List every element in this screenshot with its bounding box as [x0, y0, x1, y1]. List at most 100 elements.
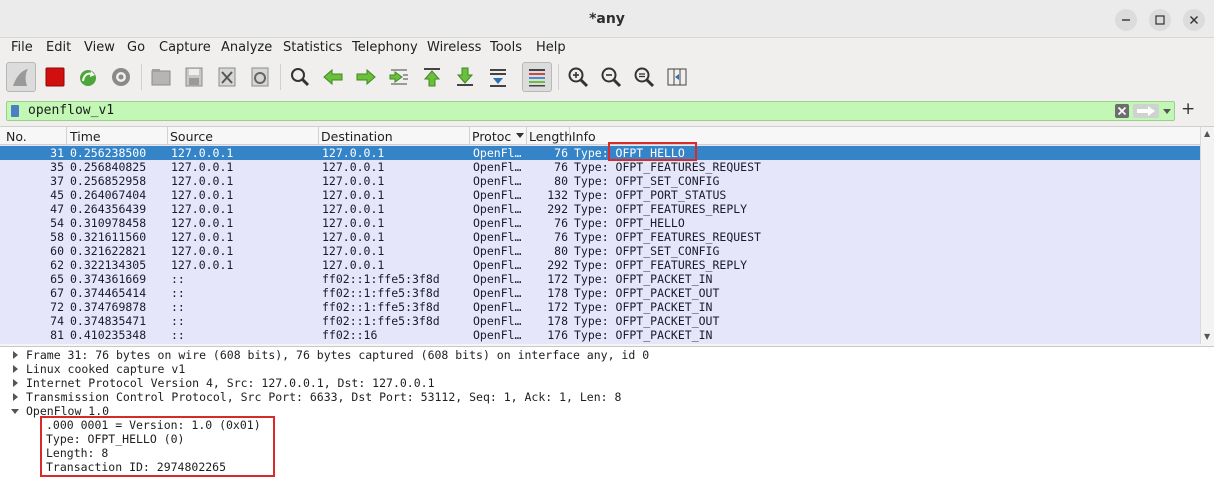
cell-len: 292 — [547, 202, 568, 216]
autoscroll-button[interactable] — [483, 62, 513, 92]
open-file-button[interactable] — [146, 62, 176, 92]
reload-file-button[interactable] — [245, 62, 275, 92]
resize-columns-button[interactable] — [662, 62, 692, 92]
close-window-button[interactable] — [1183, 9, 1205, 31]
column-length[interactable]: Length — [529, 129, 572, 144]
detail-tree-item[interactable]: OpenFlow 1.0 — [0, 404, 1214, 418]
scroll-up-icon[interactable]: ▲ — [1204, 129, 1210, 138]
table-row[interactable]: 58 0.321611560 127.0.0.1 127.0.0.1 OpenFl… 76… — [0, 230, 1200, 244]
collapsed-arrow-icon[interactable] — [10, 362, 20, 376]
cell-proto: OpenFl… — [473, 314, 522, 328]
menu-tools[interactable]: Tools — [490, 40, 522, 55]
display-filter-input[interactable]: openflow_v1 — [6, 101, 1175, 121]
normal-size-button[interactable] — [629, 62, 659, 92]
go-back-button[interactable] — [318, 62, 348, 92]
menu-go[interactable]: Go — [127, 40, 145, 55]
stop-capture-button[interactable] — [40, 62, 70, 92]
bookmark-icon[interactable] — [11, 105, 19, 117]
table-row[interactable]: 74 0.374835471:: ff02::1:ffe5:3f8d OpenFl… 1… — [0, 314, 1200, 328]
close-file-icon — [218, 67, 236, 87]
go-last-button[interactable] — [450, 62, 480, 92]
detail-tree-item[interactable]: Internet Protocol Version 4, Src: 127.0.… — [0, 376, 1214, 390]
openflow-field[interactable]: Transaction ID: 2974802265 — [0, 460, 1214, 474]
cell-info: Type: OFPT_HELLO — [574, 216, 685, 230]
restart-capture-button[interactable] — [73, 62, 103, 92]
cell-time: 0.321622821 — [70, 244, 147, 258]
display-filter-text[interactable]: openflow_v1 — [28, 103, 114, 118]
collapsed-arrow-icon[interactable] — [10, 348, 20, 362]
apply-filter-button[interactable] — [1133, 104, 1159, 118]
table-row[interactable]: 31 0.256238500 127.0.0.1 127.0.0.1 OpenFl… 76… — [0, 146, 1200, 160]
table-row[interactable]: 81 0.410235348:: ff02::16 OpenFl… 176 Type: O… — [0, 328, 1200, 342]
maximize-icon — [1155, 15, 1165, 25]
table-row[interactable]: 72 0.374769878:: ff02::1:ffe5:3f8d OpenFl… 1… — [0, 300, 1200, 314]
cell-time: 0.322134305 — [70, 258, 147, 272]
column-destination[interactable]: Destination — [321, 129, 393, 144]
column-protocol[interactable]: Protoc — [472, 129, 511, 144]
maximize-button[interactable] — [1149, 9, 1171, 31]
expanded-arrow-icon[interactable] — [10, 404, 20, 418]
clear-filter-icon[interactable] — [1115, 104, 1129, 118]
openflow-field[interactable]: Type: OFPT_HELLO (0) — [0, 432, 1214, 446]
menu-statistics[interactable]: Statistics — [283, 40, 342, 55]
table-row[interactable]: 62 0.322134305 127.0.0.1 127.0.0.1 OpenFl… 29… — [0, 258, 1200, 272]
start-capture-button[interactable] — [6, 62, 36, 92]
close-file-button[interactable] — [212, 62, 242, 92]
openflow-field-text: Length: 8 — [46, 446, 109, 460]
table-row[interactable]: 45 0.264067404 127.0.0.1 127.0.0.1 OpenFl… 13… — [0, 188, 1200, 202]
cell-no: 45 — [50, 188, 64, 202]
column-time[interactable]: Time — [70, 129, 101, 144]
menu-view[interactable]: View — [84, 40, 115, 55]
colorize-button[interactable] — [522, 62, 552, 92]
collapsed-arrow-icon[interactable] — [10, 390, 20, 404]
menu-edit[interactable]: Edit — [46, 40, 71, 55]
add-filter-button[interactable]: + — [1181, 99, 1195, 119]
table-row[interactable]: 65 0.374361669:: ff02::1:ffe5:3f8d OpenFl… 1… — [0, 272, 1200, 286]
column-no[interactable]: No. — [6, 129, 27, 144]
table-row[interactable]: 37 0.256852958 127.0.0.1 127.0.0.1 OpenFl… 80… — [0, 174, 1200, 188]
cell-no: 74 — [50, 314, 64, 328]
menu-telephony[interactable]: Telephony — [352, 40, 418, 55]
table-row[interactable]: 47 0.264356439 127.0.0.1 127.0.0.1 OpenFl… 29… — [0, 202, 1200, 216]
menu-wireless[interactable]: Wireless — [427, 40, 481, 55]
minimize-button[interactable] — [1115, 9, 1137, 31]
minimize-icon — [1122, 19, 1130, 21]
openflow-field[interactable]: .000 0001 = Version: 1.0 (0x01) — [0, 418, 1214, 432]
save-file-button[interactable] — [179, 62, 209, 92]
menu-capture[interactable]: Capture — [159, 40, 211, 55]
column-info[interactable]: Info — [572, 129, 596, 144]
detail-tree-item[interactable]: Transmission Control Protocol, Src Port:… — [0, 390, 1214, 404]
table-row[interactable]: 67 0.374465414:: ff02::1:ffe5:3f8d OpenFl… 1… — [0, 286, 1200, 300]
find-packet-button[interactable] — [285, 62, 315, 92]
menu-help[interactable]: Help — [536, 40, 566, 55]
cell-len: 176 — [547, 328, 568, 342]
packet-list-header: No. Time Source Destination Protoc Lengt… — [0, 127, 1200, 145]
openflow-field-text: Transaction ID: 2974802265 — [46, 460, 227, 474]
detail-tree-item[interactable]: Frame 31: 76 bytes on wire (608 bits), 7… — [0, 348, 1214, 362]
cell-time: 0.374465414 — [70, 286, 147, 300]
column-source[interactable]: Source — [170, 129, 213, 144]
cell-time: 0.310978458 — [70, 216, 147, 230]
chevron-down-icon[interactable] — [1161, 104, 1173, 118]
cell-info: Type: OFPT_PACKET_OUT — [574, 286, 720, 300]
openflow-field[interactable]: Length: 8 — [0, 446, 1214, 460]
cell-len: 80 — [554, 174, 568, 188]
cell-src: 127.0.0.1 — [171, 202, 234, 216]
go-to-packet-button[interactable] — [384, 62, 414, 92]
cell-info: Type: OFPT_HELLO — [574, 146, 685, 160]
menu-analyze[interactable]: Analyze — [221, 40, 272, 55]
table-row[interactable]: 35 0.256840825 127.0.0.1 127.0.0.1 OpenFl… 76… — [0, 160, 1200, 174]
go-forward-button[interactable] — [351, 62, 381, 92]
go-first-button[interactable] — [417, 62, 447, 92]
scroll-down-icon[interactable]: ▼ — [1204, 332, 1210, 341]
go-first-icon — [423, 68, 441, 87]
zoom-out-button[interactable] — [596, 62, 626, 92]
menu-file[interactable]: File — [11, 40, 33, 55]
table-row[interactable]: 54 0.310978458 127.0.0.1 127.0.0.1 OpenFl… 76… — [0, 216, 1200, 230]
packet-list-scrollbar[interactable]: ▲ ▼ — [1200, 127, 1214, 344]
detail-tree-item[interactable]: Linux cooked capture v1 — [0, 362, 1214, 376]
table-row[interactable]: 60 0.321622821 127.0.0.1 127.0.0.1 OpenFl… 80… — [0, 244, 1200, 258]
zoom-in-button[interactable] — [563, 62, 593, 92]
collapsed-arrow-icon[interactable] — [10, 376, 20, 390]
capture-options-button[interactable] — [106, 62, 136, 92]
